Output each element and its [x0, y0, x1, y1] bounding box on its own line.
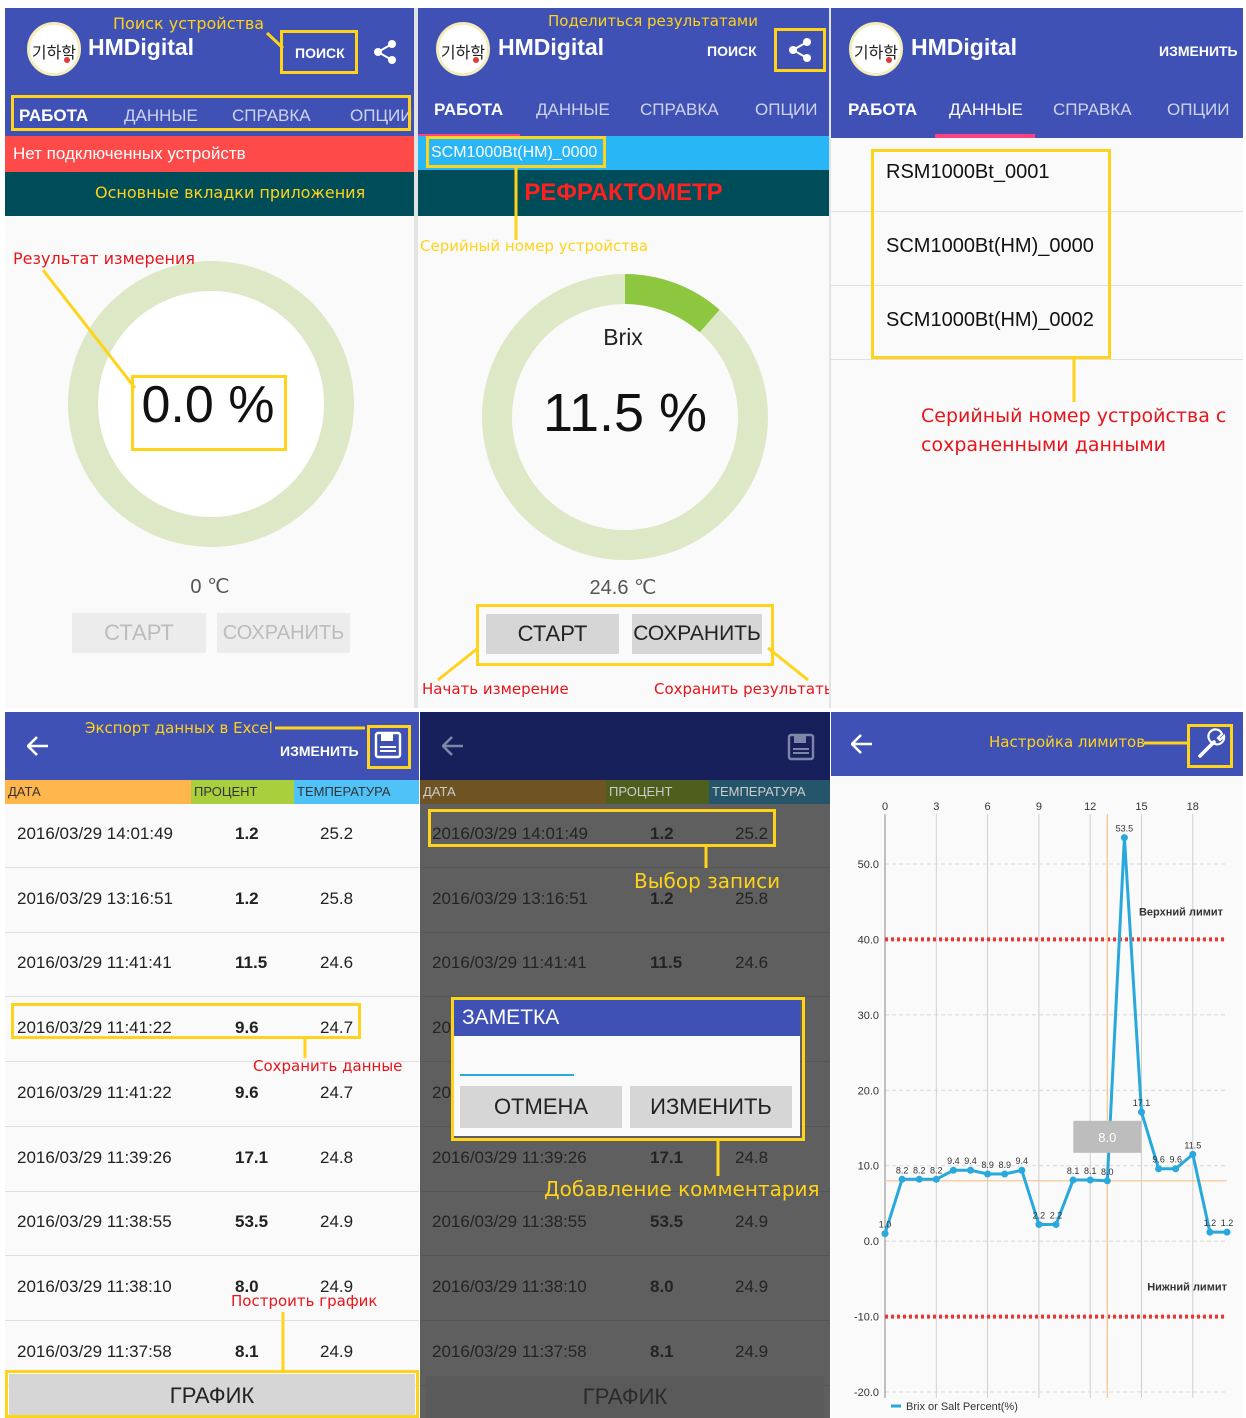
collage: 기하학 HMDigital ПОИСК РАБОТА ДАННЫЕ СПРАВК… [0, 0, 1246, 1418]
annotation-line [1144, 741, 1187, 745]
note-serial-2: сохраненными данными [921, 434, 1167, 456]
panel-work-connected: 기하학 HMDigital ПОИСК РАБОТА ДАННЫЕ СПРАВК… [418, 8, 829, 708]
note-serial-1: Серийный номер устройства с [921, 405, 1227, 427]
panel-records: ИЗМЕНИТЬ ДАТА ПРОЦЕНТ ТЕМПЕРАТУРА 2016/0… [5, 712, 419, 1418]
panel-note-dialog: ДАТА ПРОЦЕНТ ТЕМПЕРАТУРА 2016/03/29 14:0… [420, 712, 830, 1418]
annotation-line [1072, 359, 1076, 402]
panel-chart: 0 3 6 9 12 15 18 50.0 40.0 30.0 20.0 10.0 0.0 -10.0 -2… [831, 712, 1243, 1418]
panel-data-devices: 기하학 HMDigital ИЗМЕНИТЬ РАБОТА ДАННЫЕ СПР… [831, 8, 1243, 708]
annotation-lines [704, 847, 720, 1176]
annotation-lines [437, 168, 809, 682]
divider [829, 8, 831, 708]
divider [414, 8, 418, 708]
panel-work-disconnected: 기하학 HMDigital ПОИСК РАБОТА ДАННЫЕ СПРАВК… [5, 8, 414, 708]
annotation-lines [275, 726, 365, 1370]
annotation-lines [41, 31, 285, 389]
